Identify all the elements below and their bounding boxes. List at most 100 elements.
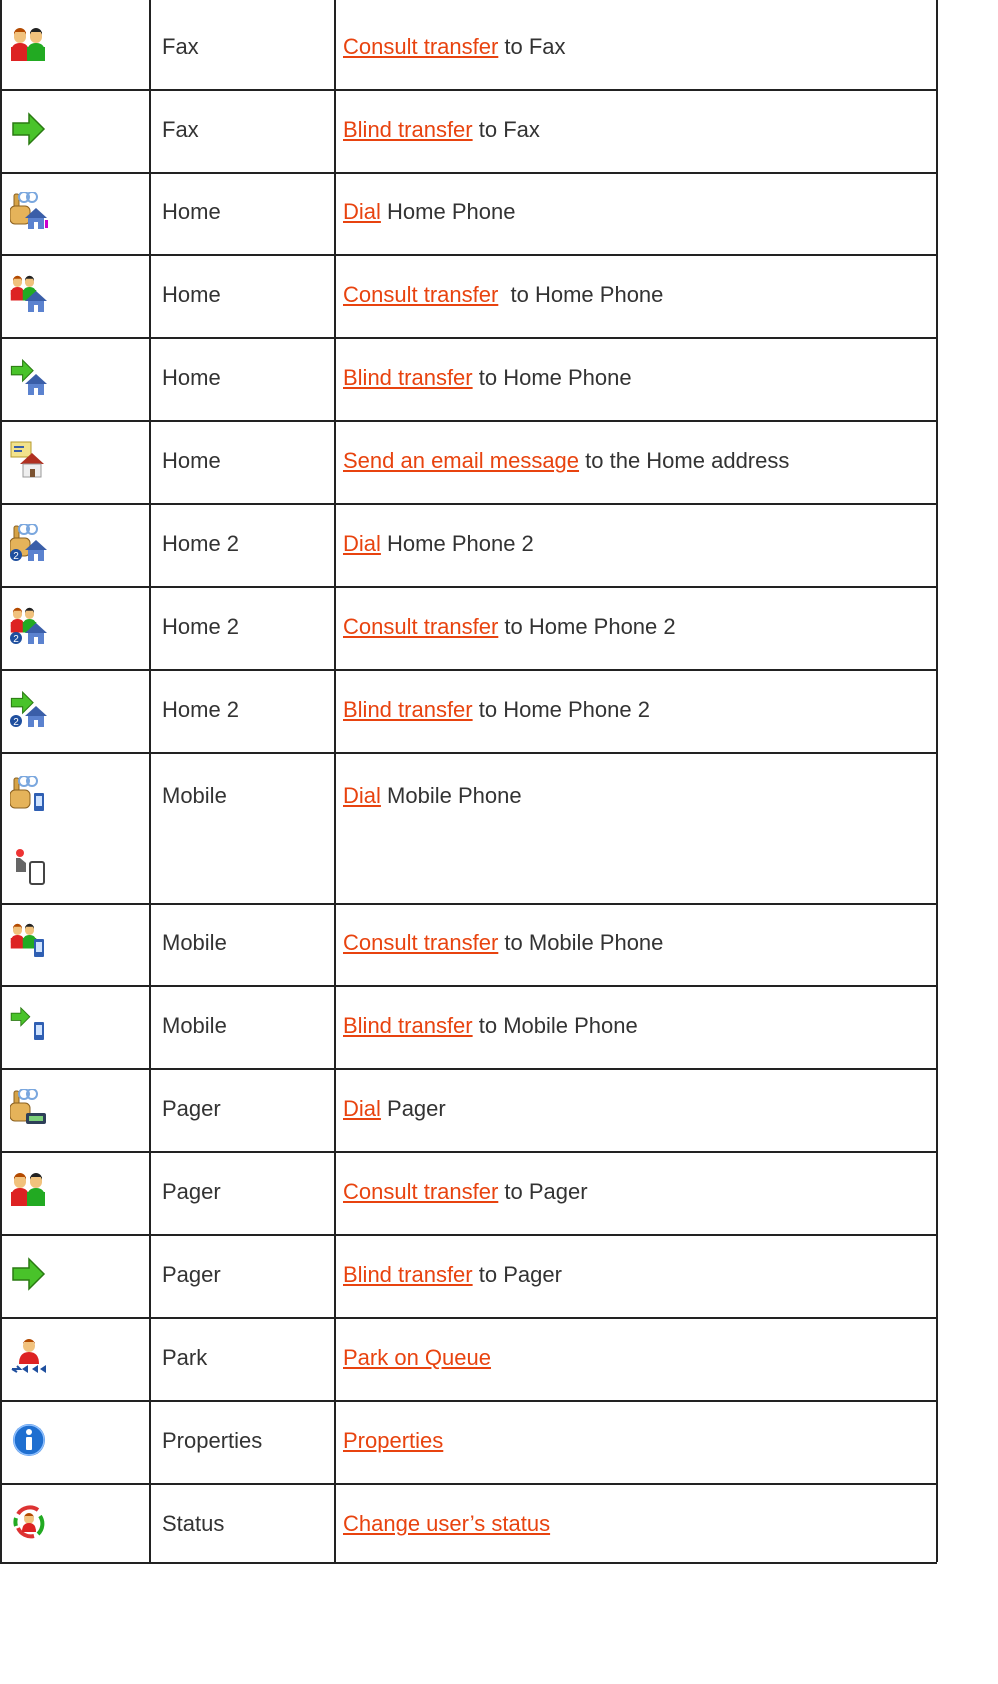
change-status-icon [10, 1504, 48, 1542]
contact-type-cell: Home 2 [162, 614, 240, 639]
action-link[interactable]: Consult transfer [343, 930, 498, 955]
contact-type-cell: Pager [162, 1096, 221, 1121]
action-cell: Consult transfer to Mobile Phone [343, 930, 663, 956]
svg-text:2: 2 [13, 717, 19, 728]
contact-type-cell: Mobile [162, 1013, 227, 1038]
svg-text:2: 2 [13, 634, 19, 645]
blind-transfer-mobile-icon [10, 1006, 48, 1044]
table-row: Mobile Dial Mobile Phone [0, 752, 937, 903]
action-link[interactable]: Dial [343, 199, 381, 224]
contact-type-cell: Fax [162, 34, 199, 59]
action-description: Home Phone 2 [380, 531, 534, 556]
action-description: Pager [380, 1096, 446, 1121]
park-queue-icon [10, 1338, 48, 1376]
blind-transfer-arrow-icon [10, 1255, 48, 1293]
touch-mobile-icon [10, 848, 48, 886]
action-cell: Consult transfer to Home Phone 2 [343, 614, 676, 640]
action-link[interactable]: Dial [343, 783, 381, 808]
blind-transfer-arrow-icon [10, 110, 48, 148]
table-row: Properties Properties [0, 1400, 937, 1483]
action-description: to Fax [498, 34, 566, 59]
action-link[interactable]: Blind transfer [343, 365, 473, 390]
blind-transfer-home-icon [10, 358, 48, 396]
action-link[interactable]: Send an email message [343, 448, 579, 473]
action-cell: Consult transfer to Fax [343, 34, 566, 60]
action-link[interactable]: Blind transfer [343, 697, 473, 722]
email-home-icon [10, 441, 48, 479]
action-description: to Fax [472, 117, 540, 142]
action-link[interactable]: Consult transfer [343, 282, 498, 307]
contact-type-cell: Home [162, 199, 221, 224]
action-cell: Dial Pager [343, 1096, 446, 1122]
contact-type-cell: Home 2 [162, 531, 240, 556]
action-cell: Park on Queue [343, 1345, 491, 1371]
table-row: Mobile Consult transfer to Mobile Phone [0, 903, 937, 985]
action-link[interactable]: Consult transfer [343, 1179, 498, 1204]
table-row: Pager Consult transfer to Pager [0, 1151, 937, 1234]
action-cell: Properties [343, 1428, 443, 1454]
action-description: to the Home address [579, 448, 790, 473]
action-description: to Home Phone [498, 282, 664, 307]
action-link[interactable]: Change user’s status [343, 1511, 550, 1536]
contact-type-cell: Properties [162, 1428, 263, 1453]
dial-home-icon [9, 191, 48, 230]
action-link[interactable]: Park on Queue [343, 1345, 491, 1370]
action-cell: Blind transfer to Pager [343, 1262, 562, 1288]
action-cell: Blind transfer to Home Phone [343, 365, 632, 391]
action-link[interactable]: Blind transfer [343, 1262, 473, 1287]
action-link[interactable]: Dial [343, 531, 381, 556]
action-cell: Dial Mobile Phone [343, 783, 522, 809]
action-link[interactable]: Consult transfer [343, 614, 498, 639]
contact-type-cell: Park [162, 1345, 208, 1370]
table-row: Mobile Blind transfer to Mobile Phone [0, 985, 937, 1068]
info-icon [10, 1421, 48, 1459]
consult-transfer-icon [10, 27, 48, 65]
action-description: to Home Phone [472, 365, 632, 390]
action-description: to Mobile Phone [472, 1013, 638, 1038]
table-row: Home Consult transfer to Home Phone [0, 254, 937, 337]
action-link[interactable]: Properties [343, 1428, 443, 1453]
contact-type-cell: Home [162, 365, 221, 390]
svg-text:2: 2 [13, 551, 19, 562]
consult-transfer-mobile-icon [10, 923, 48, 961]
table-row: Home Blind transfer to Home Phone [0, 337, 937, 420]
action-cell: Change user’s status [343, 1511, 550, 1537]
contact-type-cell: Fax [162, 117, 199, 142]
action-link[interactable]: Consult transfer [343, 34, 498, 59]
action-link[interactable]: Blind transfer [343, 1013, 473, 1038]
action-link[interactable]: Dial [343, 1096, 381, 1121]
contact-type-cell: Mobile [162, 930, 227, 955]
action-cell: Blind transfer to Fax [343, 117, 540, 143]
action-cell: Blind transfer to Mobile Phone [343, 1013, 638, 1039]
action-cell: Consult transfer to Pager [343, 1179, 588, 1205]
action-cell: Send an email message to the Home addres… [343, 448, 789, 474]
action-cell: Consult transfer to Home Phone [343, 282, 663, 308]
action-description: to Mobile Phone [498, 930, 664, 955]
action-cell: Dial Home Phone 2 [343, 531, 534, 557]
contact-type-cell: Mobile [162, 783, 227, 808]
table-row: Park Park on Queue [0, 1317, 937, 1400]
contact-type-cell: Pager [162, 1179, 221, 1204]
table-row-border [0, 1562, 937, 1564]
dial-home2-icon: 2 [9, 523, 48, 562]
table-row: Status Change user’s status [0, 1483, 937, 1562]
table-row: Pager Dial Pager [0, 1068, 937, 1151]
table-row: Fax Blind transfer to Fax [0, 89, 937, 172]
dial-mobile-icon [9, 775, 48, 814]
actions-table: Fax Consult transfer to Fax Fax Blind trans… [0, 0, 998, 1684]
blind-transfer-home2-icon: 2 [10, 690, 48, 728]
action-link[interactable]: Blind transfer [343, 117, 473, 142]
table-row: 2 Home 2 Consult transfer to Home Phone 2 [0, 586, 937, 669]
contact-type-cell: Home 2 [162, 697, 240, 722]
table-row: Pager Blind transfer to Pager [0, 1234, 937, 1317]
table-row: 2 Home 2 Blind transfer to Home Phone 2 [0, 669, 937, 752]
contact-type-cell: Status [162, 1511, 225, 1536]
action-description: to Home Phone 2 [498, 614, 676, 639]
contact-type-cell: Home [162, 282, 221, 307]
contact-type-cell: Pager [162, 1262, 221, 1287]
consult-transfer-icon [10, 1172, 48, 1210]
dial-pager-icon [9, 1088, 48, 1127]
consult-transfer-home-icon [10, 275, 48, 313]
contact-type-cell: Home [162, 448, 221, 473]
table-row: Home Send an email message to the Home ad… [0, 420, 937, 503]
